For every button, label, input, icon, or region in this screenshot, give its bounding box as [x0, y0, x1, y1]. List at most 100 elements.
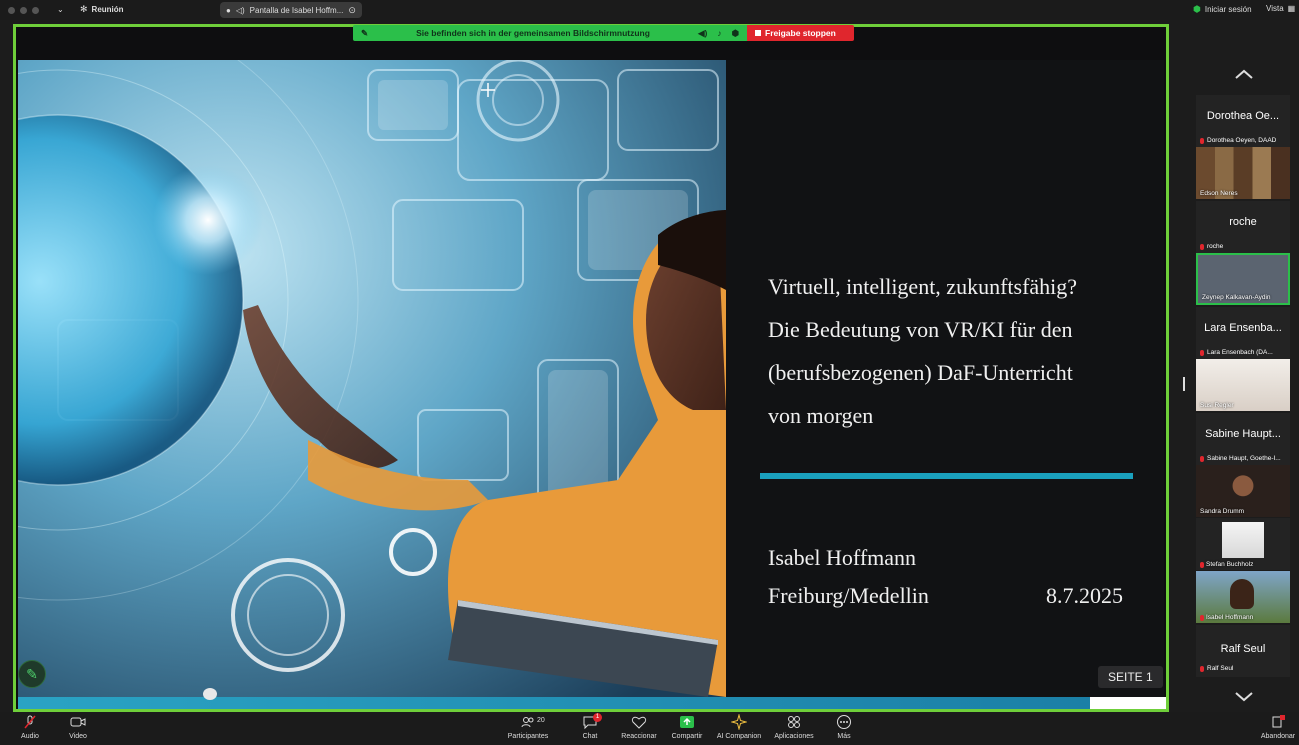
- apps-label: Aplicaciones: [774, 733, 814, 740]
- avatar-icon: ●: [226, 5, 231, 15]
- video-label: Edson Neres: [1200, 190, 1238, 197]
- annotate-pen-button[interactable]: ✎: [18, 660, 46, 688]
- share-status-text: Sie befinden sich in der gemeinsamen Bil…: [416, 28, 650, 38]
- signin-label: Iniciar sesión: [1204, 5, 1252, 14]
- window-maximize-dot[interactable]: [32, 6, 39, 14]
- participant-name: Ralf Seul: [1220, 643, 1266, 655]
- chevron-down-icon[interactable]: ⌄: [57, 5, 64, 14]
- participant-tile[interactable]: Sabine Haupt... Sabine Haupt, Goethe-I..…: [1196, 413, 1290, 517]
- meeting-menu[interactable]: ✻ Reunión: [80, 4, 124, 15]
- signin-link[interactable]: ⬢ Iniciar sesión: [1193, 4, 1252, 15]
- mic-off-icon: [1200, 137, 1204, 144]
- leave-label: Abandonar: [1260, 733, 1296, 740]
- slide-footer-block: [1090, 697, 1166, 709]
- video-label-text: Isabel Hoffmann: [1206, 614, 1254, 621]
- participant-video-tile[interactable]: Isabel Hoffmann: [1196, 571, 1290, 623]
- ai-companion-label: AI Companion: [716, 733, 762, 740]
- chat-label: Chat: [582, 733, 598, 740]
- slide-title-line: Virtuell, intelligent, zukunftsfähig?: [768, 274, 1078, 299]
- participant-video: Edson Neres: [1196, 147, 1290, 199]
- mic-muted-icon: [24, 715, 36, 729]
- participants-count: 20: [537, 717, 545, 724]
- participant-name: Sabine Haupt...: [1205, 428, 1281, 440]
- window-minimize-dot[interactable]: [20, 6, 27, 14]
- apps-icon: [788, 716, 800, 728]
- camera-mini-icon[interactable]: [203, 688, 217, 700]
- participant-subtitle: Dorothea Oeyen, DAAD: [1200, 137, 1276, 144]
- chevron-up-icon[interactable]: [1234, 67, 1254, 81]
- ai-companion-button[interactable]: AI Companion: [709, 714, 769, 740]
- participants-icon: [521, 717, 534, 728]
- gallery-resize-handle[interactable]: [1183, 377, 1185, 391]
- video-label-text: Stefan Buchholz: [1206, 561, 1254, 568]
- sparkle-icon: [731, 714, 747, 730]
- meeting-label: Reunión: [91, 5, 124, 14]
- stop-icon: [755, 30, 761, 36]
- participant-subtitle: Sabine Haupt, Goethe-I...: [1200, 455, 1281, 462]
- view-label: Vista: [1266, 4, 1284, 13]
- stop-share-label: Freigabe stoppen: [765, 28, 836, 38]
- participant-video-tile[interactable]: Stefan Buchholz: [1196, 518, 1290, 570]
- react-label: Reaccionar: [621, 733, 657, 740]
- video-label: Isabel Hoffmann: [1200, 614, 1253, 621]
- futuristic-interface-illustration: [18, 60, 726, 697]
- mic-off-icon: [1200, 349, 1204, 356]
- share-banner: ✎ Sie befinden sich in der gemeinsamen B…: [353, 25, 854, 41]
- participant-name: roche: [1229, 216, 1257, 228]
- participant-subtitle: roche: [1200, 243, 1223, 250]
- presentation-date: 8.7.2025: [1046, 583, 1123, 608]
- grid-icon: ▦: [1287, 4, 1296, 13]
- video-button[interactable]: Video: [48, 714, 108, 740]
- participant-subtitle-text: Ralf Seul: [1207, 665, 1234, 672]
- audio-label: Audio: [21, 733, 39, 740]
- volume-icon[interactable]: ◀): [698, 28, 707, 39]
- stop-share-button[interactable]: Freigabe stoppen: [747, 25, 854, 41]
- mic-icon[interactable]: ♪: [717, 28, 721, 38]
- participant-tile[interactable]: Ralf Seul Ralf Seul: [1196, 625, 1290, 677]
- participants-button[interactable]: Participantes: [498, 714, 558, 740]
- window-close-dot[interactable]: [8, 6, 15, 14]
- shared-screen: Virtuell, intelligent, zukunftsfähig? Di…: [13, 24, 1169, 712]
- participant-subtitle-text: Sabine Haupt, Goethe-I...: [1207, 455, 1281, 462]
- screen-share-tab-label: Pantalla de Isabel Hoffm...: [249, 5, 344, 15]
- slide-title-line: Die Bedeutung von VR/KI für den: [768, 317, 1073, 342]
- chevron-down-icon[interactable]: [1234, 690, 1254, 704]
- participant-tile[interactable]: Lara Ensenba... Lara Ensenbach (DA... Su…: [1196, 307, 1290, 411]
- participant-video: Zeynep Kalkavan-Aydin: [1196, 253, 1290, 305]
- slide-divider: [760, 473, 1133, 479]
- share-screen-icon: [680, 716, 694, 728]
- participant-name: Dorothea Oe...: [1206, 110, 1280, 122]
- share-button[interactable]: Compartir: [657, 714, 717, 740]
- speaker-icon: ◁): [235, 5, 245, 15]
- participant-video: [1222, 522, 1264, 558]
- video-label: Susi Regler: [1200, 402, 1234, 409]
- screen-share-tab[interactable]: ● ◁) Pantalla de Isabel Hoffm... ⊙: [220, 2, 362, 18]
- view-menu[interactable]: Vista ▦: [1266, 4, 1295, 13]
- video-label: Stefan Buchholz: [1200, 561, 1253, 568]
- participant-tile[interactable]: Dorothea Oe... Dorothea Oeyen, DAAD Edso…: [1196, 95, 1290, 199]
- pencil-icon[interactable]: ✎: [361, 28, 368, 39]
- participant-video: Sandra Drumm: [1196, 465, 1290, 517]
- slide-hero-image: [18, 60, 726, 697]
- mic-off-icon: [1200, 455, 1204, 462]
- mic-off-icon: [1200, 243, 1204, 250]
- shield-icon: ⬢: [1193, 4, 1201, 14]
- video-label: Zeynep Kalkavan-Aydin: [1202, 294, 1271, 301]
- participant-tile[interactable]: roche roche Zeynep Kalkavan-Aydin: [1196, 201, 1290, 305]
- pencil-icon: ✎: [26, 665, 38, 682]
- leave-icon: [1272, 715, 1285, 728]
- security-icon[interactable]: ⬢: [732, 28, 739, 39]
- participant-subtitle-text: Lara Ensenbach (DA...: [1207, 349, 1273, 356]
- share-label: Compartir: [671, 733, 703, 740]
- more-button[interactable]: Más: [814, 714, 874, 740]
- presenter-location: Freiburg/Medellin: [768, 583, 929, 608]
- heart-icon: [631, 716, 647, 729]
- slide-footer-bar: [18, 697, 1090, 709]
- share-status: ✎ Sie befinden sich in der gemeinsamen B…: [353, 25, 747, 41]
- leave-button[interactable]: Abandonar: [1248, 714, 1299, 740]
- slide-title: Virtuell, intelligent, zukunftsfähig? Di…: [768, 265, 1148, 437]
- slide-title-line: (berufsbezogenen) DaF-Unterricht: [768, 360, 1073, 385]
- presenter-name: Isabel Hoffmann: [768, 545, 917, 570]
- more-icon: [837, 715, 851, 729]
- view-options-icon[interactable]: ⊙: [348, 5, 356, 16]
